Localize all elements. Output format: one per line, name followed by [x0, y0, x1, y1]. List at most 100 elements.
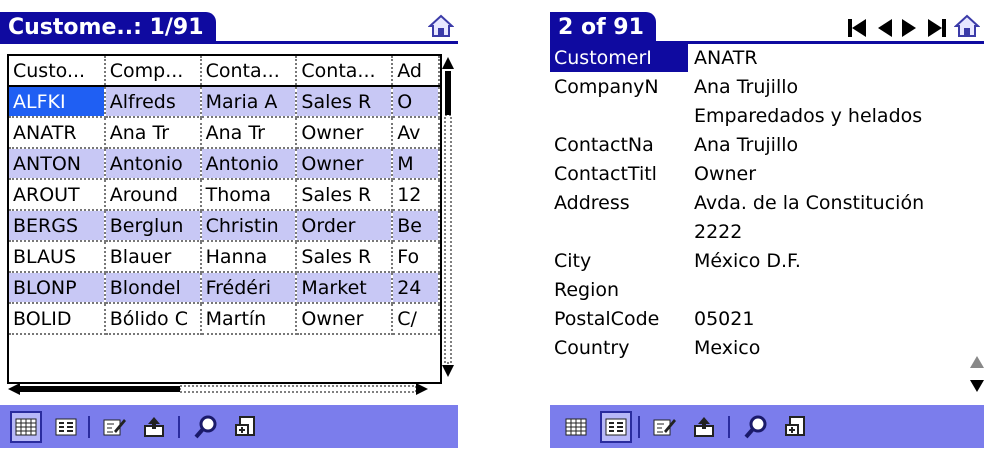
table-cell[interactable]: Bólido C [104, 303, 202, 335]
table-cell[interactable]: Antonio [104, 148, 202, 180]
table-view-icon[interactable] [10, 411, 42, 443]
field-value[interactable]: Mexico [694, 334, 760, 362]
table-cell[interactable]: Blondel [104, 272, 202, 304]
table-cell[interactable]: Av [392, 117, 440, 149]
table-row[interactable]: ANTON Antonio Antonio Owner M [9, 148, 440, 180]
table-cell[interactable]: 12 [392, 179, 440, 211]
field-value[interactable]: Emparedados y helados [694, 102, 922, 130]
table-cell[interactable]: Ana Tr [200, 117, 298, 149]
table-cell[interactable]: Sales R [296, 86, 394, 118]
first-record-icon[interactable] [846, 16, 870, 40]
field-row[interactable]: CompanyN Ana Trujillo [550, 73, 984, 101]
table-cell[interactable]: Berglun [104, 210, 202, 242]
last-record-icon[interactable] [924, 16, 948, 40]
table-row[interactable]: ANATR Ana Tr Ana Tr Owner Av [9, 117, 440, 149]
table-cell[interactable]: O [392, 86, 440, 118]
table-cell[interactable]: Order [296, 210, 394, 242]
table-cell[interactable]: Owner [296, 303, 394, 335]
table-cell[interactable]: Ana Tr [104, 117, 202, 149]
column-header[interactable]: Ad [392, 56, 440, 87]
column-header[interactable]: Conta... [200, 56, 298, 87]
table-cell[interactable]: AROUT [9, 179, 106, 211]
table-cell[interactable]: Market [296, 272, 394, 304]
table-cell[interactable]: Alfreds [104, 86, 202, 118]
edit-icon[interactable] [100, 413, 128, 441]
field-row[interactable]: City México D.F. [550, 247, 984, 275]
table-cell[interactable]: Be [392, 210, 440, 242]
export-icon[interactable] [232, 413, 260, 441]
field-value[interactable]: 2222 [694, 218, 742, 246]
table-row[interactable]: ALFKI Alfreds Maria A Sales RO [9, 86, 440, 118]
table-view-screen: Custome..: 1/91 Custo... Comp... Conta..… [0, 0, 458, 453]
field-row[interactable]: 2222 [550, 218, 984, 246]
field-value[interactable]: 05021 [694, 305, 754, 333]
home-icon[interactable] [953, 14, 981, 38]
table-cell[interactable]: Around [104, 179, 202, 211]
edit-icon[interactable] [650, 413, 678, 441]
table-cell[interactable]: Maria A [200, 86, 298, 118]
table-cell[interactable]: C/ [392, 303, 440, 335]
up-folder-icon[interactable] [140, 413, 168, 441]
field-row[interactable]: ContactNa Ana Trujillo [550, 131, 984, 159]
customers-grid[interactable]: Custo... Comp... Conta... Conta... Ad AL… [7, 54, 442, 384]
table-cell[interactable]: BLAUS [9, 241, 106, 273]
table-row[interactable]: BOLID Bólido C Martín Owner C/ [9, 303, 440, 335]
table-cell[interactable]: ANTON [9, 148, 106, 180]
table-cell[interactable]: BLONP [9, 272, 106, 304]
field-label: ContactTitl [554, 163, 657, 185]
table-row[interactable]: BLONP Blondel Frédéri Market 24 [9, 272, 440, 304]
field-row[interactable]: PostalCode 05021 [550, 305, 984, 333]
field-row[interactable]: Emparedados y helados [550, 102, 984, 130]
table-row[interactable]: AROUT Around Thoma Sales R 12 [9, 179, 440, 211]
table-cell[interactable]: Blauer [104, 241, 202, 273]
table-view-icon[interactable] [562, 413, 590, 441]
column-header[interactable]: Conta... [296, 56, 394, 87]
table-cell[interactable]: Martín [200, 303, 298, 335]
field-value[interactable]: Ana Trujillo [694, 73, 798, 101]
field-value[interactable]: ANATR [694, 44, 758, 72]
table-cell[interactable]: Sales R [296, 241, 394, 273]
field-row[interactable]: Country Mexico [550, 334, 984, 362]
prev-record-icon[interactable] [874, 16, 894, 40]
field-value[interactable]: México D.F. [694, 247, 801, 275]
column-header[interactable]: Comp... [104, 56, 202, 87]
field-row[interactable]: Region [550, 276, 984, 304]
table-cell[interactable]: Thoma [200, 179, 298, 211]
field-value[interactable]: Avda. de la Constitución [694, 189, 924, 217]
column-header[interactable]: Custo... [9, 56, 106, 87]
field-row[interactable]: CustomerI ANATR [550, 44, 984, 72]
field-value[interactable]: Ana Trujillo [694, 131, 798, 159]
record-view-screen: 2 of 91 CustomerI ANATR CompanyN Ana Trujil… [550, 0, 984, 453]
table-cell[interactable]: BOLID [9, 303, 106, 335]
search-icon[interactable] [192, 413, 220, 441]
table-cell[interactable]: Antonio [200, 148, 298, 180]
home-icon[interactable] [427, 14, 455, 38]
next-record-icon[interactable] [900, 16, 920, 40]
horizontal-scrollbar[interactable] [8, 381, 428, 397]
table-cell[interactable]: BERGS [9, 210, 106, 242]
field-row[interactable]: ContactTitl Owner [550, 160, 984, 188]
table-cell[interactable]: M [392, 148, 440, 180]
table-cell[interactable]: Sales R [296, 179, 394, 211]
table-cell[interactable]: 24 [392, 272, 440, 304]
table-row[interactable]: BLAUS Blauer Hanna Sales R Fo [9, 241, 440, 273]
table-cell[interactable]: Owner [296, 117, 394, 149]
field-value[interactable]: Owner [694, 160, 756, 188]
table-cell[interactable]: ANATR [9, 117, 106, 149]
export-icon[interactable] [782, 413, 810, 441]
table-cell[interactable]: Christin [200, 210, 298, 242]
table-cell[interactable]: ALFKI [9, 86, 106, 118]
scroll-arrows[interactable] [970, 354, 984, 394]
table-cell[interactable]: Hanna [200, 241, 298, 273]
record-view-icon[interactable] [600, 411, 632, 443]
table-cell[interactable]: Owner [296, 148, 394, 180]
up-folder-icon[interactable] [690, 413, 718, 441]
field-row[interactable]: Address Avda. de la Constitución [550, 189, 984, 217]
vertical-scrollbar[interactable] [440, 57, 456, 377]
table-row[interactable]: BERGS Berglun Christin Order Be [9, 210, 440, 242]
table-cell[interactable]: Frédéri [200, 272, 298, 304]
toolbar-separator [178, 416, 180, 438]
table-cell[interactable]: Fo [392, 241, 440, 273]
search-icon[interactable] [742, 413, 770, 441]
record-view-icon[interactable] [52, 413, 80, 441]
